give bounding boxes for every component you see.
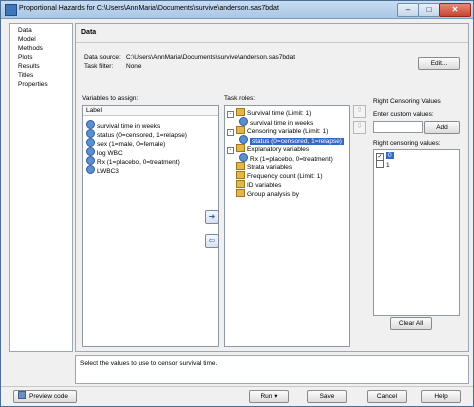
footer-divider — [1, 386, 473, 387]
minimize-button[interactable]: – — [397, 3, 419, 17]
variable-item[interactable]: sex (1=male, 0=female) — [86, 138, 165, 148]
window-title: Proportional Hazards for C:\Users\AnnMar… — [19, 5, 279, 12]
close-button[interactable]: ✕ — [439, 3, 471, 17]
status-panel: Select the values to use to censor survi… — [75, 355, 469, 384]
assign-right-arrow-icon[interactable]: ➜ — [205, 210, 219, 224]
numeric-variable-icon — [86, 120, 95, 129]
dialog-window: Proportional Hazards for C:\Users\AnnMar… — [0, 0, 474, 407]
add-button[interactable]: Add — [424, 121, 460, 134]
edit-button[interactable]: Edit... — [418, 57, 460, 70]
role-id-variables[interactable]: ID variables — [227, 180, 281, 189]
role-folder-icon — [236, 162, 245, 170]
role-group-analysis[interactable]: Group analysis by — [227, 189, 299, 198]
preview-code-button[interactable]: Preview code — [13, 390, 77, 403]
clear-all-button[interactable]: Clear All — [390, 317, 432, 330]
censoring-value-item[interactable]: 1 — [376, 160, 390, 169]
maximize-button[interactable]: □ — [418, 3, 440, 17]
variable-item[interactable]: Rx (1=placebo, 0=treatment) — [86, 156, 180, 166]
task-filter-label: Task filter: — [84, 63, 114, 70]
data-source-value: C:\Users\AnnMaria\Documents\survive\ande… — [126, 54, 296, 61]
nav-item-titles[interactable]: Titles — [18, 72, 33, 80]
status-text: Select the values to use to censor survi… — [80, 360, 218, 367]
variable-item[interactable]: status (0=censored, 1=relapse) — [86, 129, 187, 139]
preview-icon — [18, 391, 26, 399]
dropdown-arrow-icon: ▾ — [274, 393, 278, 400]
collapse-icon[interactable]: - — [227, 129, 234, 136]
task-roles-label: Task roles: — [224, 95, 256, 102]
nav-item-plots[interactable]: Plots — [18, 54, 32, 62]
panel-heading: Data — [81, 29, 97, 36]
role-folder-icon — [236, 108, 245, 116]
checkbox-icon[interactable] — [376, 160, 384, 168]
panel-heading-bar: Data — [76, 24, 468, 43]
role-folder-icon — [236, 144, 245, 152]
collapse-icon[interactable]: - — [227, 111, 234, 118]
data-panel: Data Data source: C:\Users\AnnMaria\Docu… — [75, 23, 469, 352]
nav-item-properties[interactable]: Properties — [18, 81, 48, 89]
numeric-variable-icon — [86, 165, 95, 174]
role-strata-variables[interactable]: Strata variables — [227, 162, 292, 171]
censoring-values-label: Right censoring values: — [373, 140, 441, 147]
role-explanatory-variables[interactable]: - Explanatory variables — [227, 144, 309, 154]
nav-item-methods[interactable]: Methods — [18, 45, 43, 53]
variable-item[interactable]: LWBC3 — [86, 165, 119, 175]
nav-item-model[interactable]: Model — [18, 36, 36, 44]
move-down-arrow-icon[interactable]: ⇩ — [353, 121, 366, 134]
numeric-variable-icon — [239, 117, 248, 126]
custom-values-label: Enter custom values: — [373, 111, 434, 118]
role-folder-icon — [236, 189, 245, 197]
numeric-variable-icon — [239, 153, 248, 162]
save-button[interactable]: Save — [307, 390, 347, 403]
data-source-label: Data source: — [84, 54, 121, 61]
task-roles-tree: - Survival time (Limit: 1) survival time … — [224, 105, 350, 347]
app-icon — [5, 4, 17, 16]
assigned-variable-selected[interactable]: status (0=censored, 1=relapse) — [239, 135, 344, 145]
nav-pane: Data Model Methods Plots Results Titles … — [9, 23, 73, 352]
role-folder-icon — [236, 126, 245, 134]
role-folder-icon — [236, 180, 245, 188]
numeric-variable-icon — [86, 138, 95, 147]
variable-item[interactable]: log WBC — [86, 147, 123, 157]
numeric-variable-icon — [239, 135, 248, 144]
move-up-arrow-icon[interactable]: ⇧ — [353, 105, 366, 118]
help-button[interactable]: Help — [421, 390, 461, 403]
censoring-section-title: Right Censoring Values — [373, 98, 441, 105]
assigned-variable[interactable]: survival time in weeks — [239, 117, 313, 127]
numeric-variable-icon — [86, 156, 95, 165]
variable-item[interactable]: survival time in weeks — [86, 120, 160, 130]
variables-label: Variables to assign: — [82, 95, 139, 102]
cancel-button[interactable]: Cancel — [367, 390, 407, 403]
nav-item-data[interactable]: Data — [18, 27, 32, 35]
role-survival-time[interactable]: - Survival time (Limit: 1) — [227, 108, 311, 118]
custom-values-input[interactable] — [373, 121, 423, 133]
collapse-icon[interactable]: - — [227, 147, 234, 154]
nav-item-results[interactable]: Results — [18, 63, 40, 71]
role-frequency-count[interactable]: Frequency count (Limit: 1) — [227, 171, 323, 180]
variables-column-header[interactable]: Label — [83, 106, 218, 116]
assigned-variable[interactable]: Rx (1=placebo, 0=treatment) — [239, 153, 333, 163]
title-bar: Proportional Hazards for C:\Users\AnnMar… — [1, 1, 473, 19]
variables-list: Label survival time in weeks status (0=c… — [82, 105, 219, 347]
numeric-variable-icon — [86, 147, 95, 156]
censoring-value-item[interactable]: ✓ 0 — [376, 151, 436, 161]
censoring-values-list: ✓ 0 1 — [373, 149, 460, 316]
run-button[interactable]: Run ▾ — [249, 390, 289, 403]
role-folder-icon — [236, 171, 245, 179]
assign-left-arrow-icon[interactable]: ⇦ — [205, 234, 219, 248]
task-filter-value: None — [126, 63, 142, 70]
role-censoring-variable[interactable]: - Censoring variable (Limit: 1) — [227, 126, 328, 136]
numeric-variable-icon — [86, 129, 95, 138]
